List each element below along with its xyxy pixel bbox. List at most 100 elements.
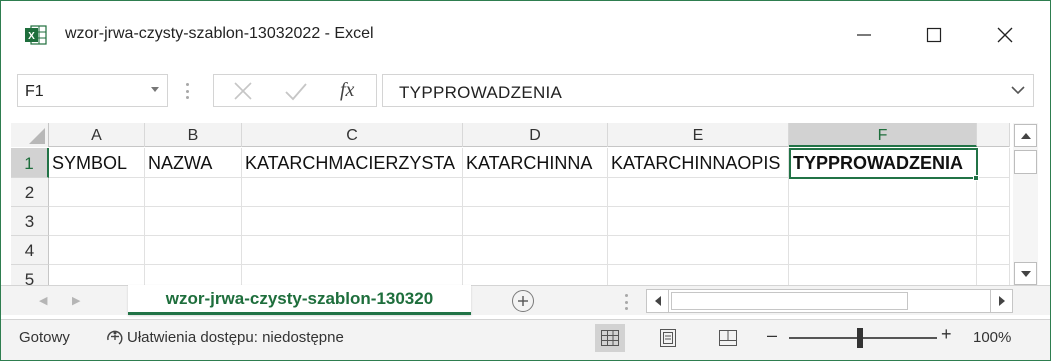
formula-controls: fx xyxy=(213,74,377,107)
scroll-up-button[interactable] xyxy=(1014,124,1037,147)
vertical-scrollbar[interactable] xyxy=(1013,123,1038,286)
grid-cell[interactable] xyxy=(49,178,145,207)
excel-icon: X xyxy=(25,25,47,45)
cell-d1[interactable]: KATARCHINNA xyxy=(463,148,608,178)
close-button[interactable] xyxy=(982,15,1028,55)
minimize-button[interactable] xyxy=(841,15,887,55)
horizontal-scrollbar[interactable] xyxy=(646,289,1013,313)
drag-handle-icon[interactable] xyxy=(185,83,189,99)
maximize-button[interactable] xyxy=(911,15,957,55)
triangle-down-icon xyxy=(1020,270,1031,277)
worksheet-grid: A B C D E F 1 2 3 4 5 SYMBOL NAZWA KATAR… xyxy=(11,123,1010,286)
grid-cell[interactable] xyxy=(608,265,789,286)
grid-cell[interactable] xyxy=(145,207,242,236)
column-header-c[interactable]: C xyxy=(242,123,463,147)
page-layout-view-button[interactable] xyxy=(653,324,683,352)
grid-cell[interactable] xyxy=(242,207,463,236)
grid-cell[interactable] xyxy=(49,207,145,236)
accessibility-icon[interactable] xyxy=(105,328,125,348)
sheet-tab-label: wzor-jrwa-czysty-szablon-130320 xyxy=(165,289,434,308)
grid-view-icon xyxy=(601,330,619,346)
normal-view-button[interactable] xyxy=(595,324,625,352)
grid-cell[interactable] xyxy=(463,265,608,286)
cell-f1-active[interactable]: TYPPROWADZENIA xyxy=(789,148,978,179)
fill-handle[interactable] xyxy=(973,175,979,181)
grid-cell[interactable] xyxy=(789,265,977,286)
chevron-down-icon[interactable] xyxy=(151,87,159,92)
title-bar: X wzor-jrwa-czysty-szablon-13032022 - Ex… xyxy=(1,1,1050,61)
grid-cell[interactable] xyxy=(145,178,242,207)
column-header-d[interactable]: D xyxy=(463,123,608,147)
tab-scroll-left-icon[interactable]: ◀ xyxy=(39,294,47,307)
column-header-g[interactable] xyxy=(977,123,1010,147)
column-header-a[interactable]: A xyxy=(49,123,145,147)
excel-window: X wzor-jrwa-czysty-szablon-13032022 - Ex… xyxy=(0,0,1051,361)
zoom-slider-thumb[interactable] xyxy=(857,328,863,348)
horizontal-scroll-thumb[interactable] xyxy=(671,292,908,310)
page-break-view-button[interactable] xyxy=(713,324,743,352)
column-header-b[interactable]: B xyxy=(145,123,242,147)
window-title: wzor-jrwa-czysty-szablon-13032022 - Exce… xyxy=(65,25,374,42)
grid-cell[interactable] xyxy=(977,236,1010,265)
row-header-1[interactable]: 1 xyxy=(11,148,49,178)
row-header-4[interactable]: 4 xyxy=(11,236,49,265)
triangle-left-icon xyxy=(654,296,661,306)
grid-cell[interactable] xyxy=(608,236,789,265)
grid-cell[interactable] xyxy=(977,265,1010,286)
grid-cell[interactable] xyxy=(608,207,789,236)
grid-cell[interactable] xyxy=(977,178,1010,207)
chevron-down-icon[interactable] xyxy=(1011,85,1025,95)
zoom-slider-track[interactable] xyxy=(789,337,937,339)
name-box[interactable]: F1 xyxy=(17,74,168,107)
zoom-level[interactable]: 100% xyxy=(973,329,1011,346)
zoom-in-button[interactable]: + xyxy=(941,324,952,345)
zoom-out-button[interactable]: – xyxy=(767,325,777,346)
grid-cell[interactable] xyxy=(49,265,145,286)
triangle-right-icon xyxy=(998,296,1005,306)
grid-cell[interactable] xyxy=(242,178,463,207)
cell-b1[interactable]: NAZWA xyxy=(145,148,242,178)
cell-a1[interactable]: SYMBOL xyxy=(49,148,145,178)
grid-cell[interactable] xyxy=(463,178,608,207)
grid-cell[interactable] xyxy=(463,207,608,236)
splitter-handle-icon[interactable] xyxy=(624,294,628,310)
grid-cell[interactable] xyxy=(789,207,977,236)
row-header-3[interactable]: 3 xyxy=(11,207,49,236)
grid-cell[interactable] xyxy=(242,236,463,265)
row-header-2[interactable]: 2 xyxy=(11,178,49,207)
enter-check-icon[interactable] xyxy=(284,81,308,103)
scroll-right-button[interactable] xyxy=(990,290,1012,312)
tab-scroll-right-icon[interactable]: ▶ xyxy=(72,294,80,307)
column-header-f[interactable]: F xyxy=(789,123,977,147)
cell-c1[interactable]: KATARCHMACIERZYSTA xyxy=(242,148,463,178)
column-header-e[interactable]: E xyxy=(608,123,789,147)
row-header-5[interactable]: 5 xyxy=(11,265,49,286)
grid-cell[interactable] xyxy=(463,236,608,265)
cancel-icon[interactable] xyxy=(232,80,254,102)
sheet-tab-active[interactable]: wzor-jrwa-czysty-szablon-130320 xyxy=(128,285,471,315)
vertical-scroll-thumb[interactable] xyxy=(1014,150,1037,174)
scroll-down-button[interactable] xyxy=(1014,262,1037,285)
cell-e1[interactable]: KATARCHINNAOPIS xyxy=(608,148,789,178)
formula-content: TYPPROWADZENIA xyxy=(399,83,563,102)
grid-cell[interactable] xyxy=(977,207,1010,236)
name-box-value: F1 xyxy=(25,83,44,100)
accessibility-status[interactable]: Ułatwienia dostępu: niedostępne xyxy=(127,329,344,346)
grid-cell[interactable] xyxy=(145,236,242,265)
status-bar: Gotowy Ułatwienia dostępu: niedostępne –… xyxy=(1,319,1050,360)
grid-cell[interactable] xyxy=(608,178,789,207)
select-all-button[interactable] xyxy=(11,123,49,147)
grid-cell[interactable] xyxy=(145,265,242,286)
formula-input[interactable]: TYPPROWADZENIA xyxy=(382,74,1034,107)
add-sheet-button[interactable] xyxy=(512,290,534,312)
sheet-tab-bar: ◀ ▶ wzor-jrwa-czysty-szablon-130320 xyxy=(1,285,1050,315)
svg-text:X: X xyxy=(28,31,35,42)
grid-cell[interactable] xyxy=(789,178,977,207)
insert-function-button[interactable]: fx xyxy=(340,79,354,102)
grid-cell[interactable] xyxy=(242,265,463,286)
status-ready: Gotowy xyxy=(19,329,70,346)
scroll-left-button[interactable] xyxy=(647,290,669,312)
cell-g1[interactable] xyxy=(977,148,1010,178)
grid-cell[interactable] xyxy=(49,236,145,265)
grid-cell[interactable] xyxy=(789,236,977,265)
